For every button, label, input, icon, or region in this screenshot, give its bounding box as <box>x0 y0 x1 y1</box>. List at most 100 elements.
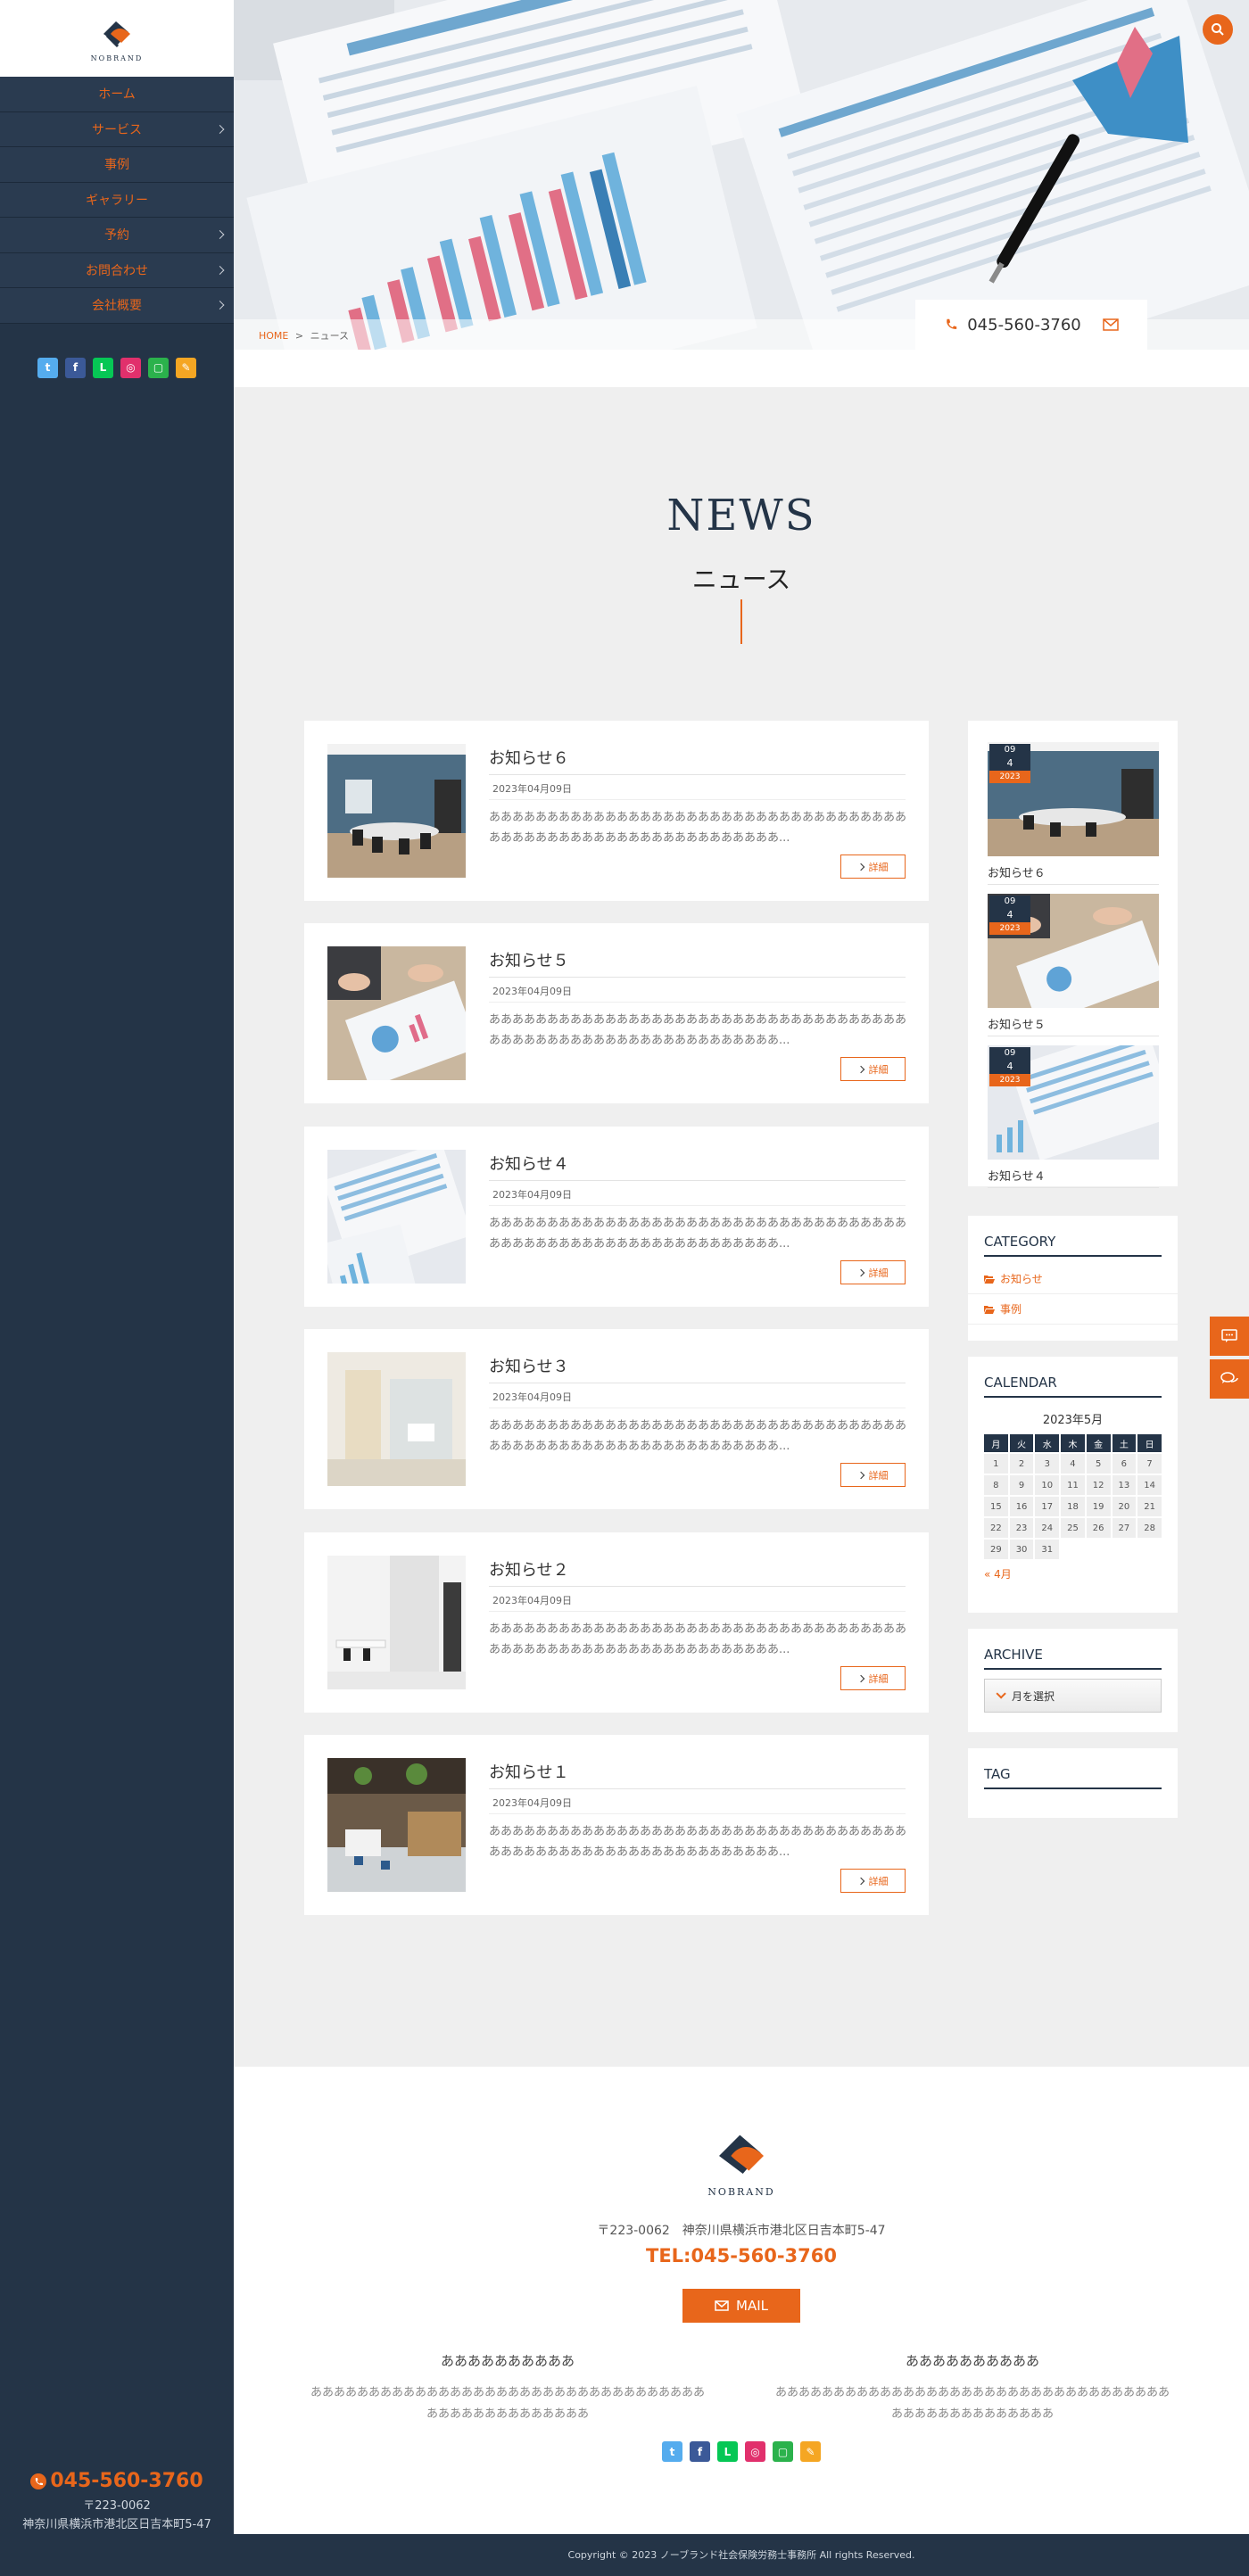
post-thumbnail[interactable] <box>327 946 466 1080</box>
divider <box>489 1813 906 1814</box>
feedly-icon[interactable]: ▢ <box>773 2441 793 2462</box>
divider <box>489 977 906 978</box>
calendar-day: 20 <box>1112 1497 1137 1516</box>
calendar-day: 5 <box>1086 1454 1111 1474</box>
calendar-day: 8 <box>984 1475 1008 1495</box>
read-more-button[interactable]: 詳細 <box>840 855 906 879</box>
post-title[interactable]: お知らせ４ <box>489 1152 569 1175</box>
divider-strip <box>234 350 1249 387</box>
calendar-prev-link[interactable]: « 4月 <box>968 1561 1178 1587</box>
post-excerpt: ああああああああああああああああああああああああああああああああああああああああ… <box>489 1013 907 1047</box>
post-date-badge: 09 4 2023 <box>989 896 1030 937</box>
nav-item-contact[interactable]: お問合わせ <box>0 252 234 288</box>
nav-item-label: 会社概要 <box>92 299 142 314</box>
chevron-right-icon <box>215 124 225 134</box>
post-title[interactable]: お知らせ３ <box>489 1354 569 1377</box>
read-more-label: 詳細 <box>868 1267 889 1279</box>
read-more-button[interactable]: 詳細 <box>840 1463 906 1487</box>
chat-float-button[interactable] <box>1210 1317 1249 1356</box>
footer-mail-button[interactable]: MAIL <box>682 2289 800 2323</box>
line-icon[interactable]: L <box>717 2441 738 2462</box>
category-link[interactable]: お知らせ <box>968 1264 1178 1294</box>
sidebar-address: 神奈川県横浜市港北区日吉本町5-47 <box>22 2518 211 2532</box>
chevron-down-icon <box>996 1688 1006 1699</box>
facebook-icon[interactable]: f <box>690 2441 710 2462</box>
divider <box>489 1205 906 1206</box>
message-icon <box>1221 1329 1237 1342</box>
note-icon[interactable]: ✎ <box>800 2441 821 2462</box>
comments-float-button[interactable] <box>1210 1359 1249 1399</box>
calendar-weekday: 金 <box>1086 1434 1111 1452</box>
note-icon[interactable]: ✎ <box>176 357 196 378</box>
post-thumbnail[interactable] <box>327 1150 466 1284</box>
footer-tel[interactable]: TEL:045-560-3760 <box>234 2245 1249 2266</box>
read-more-button[interactable]: 詳細 <box>840 1869 906 1893</box>
calendar-table: 月火水木金土日 1 2 3 4 5 6 7 8 9 10 11 12 13 14 15 16 17 18 19 20 2… <box>982 1432 1163 1561</box>
recent-post[interactable]: 09 4 2023 お知らせ５ <box>988 894 1159 1036</box>
chevron-right-icon <box>856 1674 864 1682</box>
footer-logo-text: NOBRAND <box>707 2186 775 2198</box>
header-contact-box: 045-560-3760 <box>915 300 1147 350</box>
post-card[interactable]: お知らせ１ 2023年04月09日 ああああああああああああああああああああああ… <box>304 1735 929 1915</box>
nav-item-label: 事例 <box>104 158 129 173</box>
post-title[interactable]: お知らせ６ <box>489 746 569 769</box>
post-title[interactable]: お知らせ５ <box>489 948 569 971</box>
chevron-right-icon <box>215 230 225 240</box>
calendar-day: 26 <box>1086 1518 1111 1538</box>
recent-post-thumbnail[interactable]: 09 4 2023 <box>988 742 1159 856</box>
post-title[interactable]: お知らせ１ <box>489 1760 569 1783</box>
search-button[interactable] <box>1203 14 1233 45</box>
site-logo[interactable]: NOBRAND <box>0 0 234 77</box>
post-card[interactable]: お知らせ４ 2023年04月09日 ああああああああああああああああああああああ… <box>304 1127 929 1307</box>
twitter-icon[interactable]: t <box>37 357 58 378</box>
instagram-icon[interactable]: ◎ <box>120 357 141 378</box>
breadcrumb-current: ニュース <box>310 330 350 342</box>
recent-post[interactable]: 09 4 2023 お知らせ４ <box>988 1045 1159 1188</box>
calendar-day: 2 <box>1009 1454 1034 1474</box>
calendar-day: 1 <box>984 1454 1008 1474</box>
instagram-icon[interactable]: ◎ <box>745 2441 765 2462</box>
sidebar-phone[interactable]: 045-560-3760 <box>0 2470 234 2492</box>
chevron-right-icon <box>215 301 225 310</box>
post-card[interactable]: お知らせ２ 2023年04月09日 ああああああああああああああああああああああ… <box>304 1532 929 1713</box>
post-card[interactable]: お知らせ６ 2023年04月09日 ああああああああああああああああああああああ… <box>304 721 929 901</box>
facebook-icon[interactable]: f <box>65 357 86 378</box>
recent-post-thumbnail[interactable]: 09 4 2023 <box>988 894 1159 1008</box>
recent-post-thumbnail[interactable]: 09 4 2023 <box>988 1045 1159 1160</box>
read-more-button[interactable]: 詳細 <box>840 1260 906 1284</box>
line-icon[interactable]: L <box>93 357 113 378</box>
twitter-icon[interactable]: t <box>662 2441 682 2462</box>
mail-icon[interactable] <box>1103 318 1119 331</box>
category-link[interactable]: 事例 <box>968 1294 1178 1325</box>
post-title[interactable]: お知らせ２ <box>489 1557 569 1581</box>
nav-item-home[interactable]: ホーム <box>0 77 234 112</box>
open-office-photo <box>327 1758 466 1892</box>
post-thumbnail[interactable] <box>327 744 466 878</box>
recent-post-title[interactable]: お知らせ５ <box>988 1008 1159 1036</box>
post-date: 2023年04月09日 <box>492 783 572 795</box>
nav-item-reservation[interactable]: 予約 <box>0 218 234 253</box>
header-phone[interactable]: 045-560-3760 <box>967 316 1081 334</box>
archive-select[interactable]: 月を選択 <box>984 1679 1162 1713</box>
read-more-button[interactable]: 詳細 <box>840 1057 906 1081</box>
nav-item-service[interactable]: サービス <box>0 111 234 147</box>
nav-item-gallery[interactable]: ギャラリー <box>0 182 234 218</box>
post-card[interactable]: お知らせ３ 2023年04月09日 ああああああああああああああああああああああ… <box>304 1329 929 1509</box>
recent-posts-widget: 09 4 2023 お知らせ６ 09 4 2023 お知らせ５ 09 4 2023 お知らせ… <box>968 721 1178 1188</box>
feedly-icon[interactable]: ▢ <box>148 357 169 378</box>
recent-post-title[interactable]: お知らせ４ <box>988 1160 1159 1188</box>
nav-item-company[interactable]: 会社概要 <box>0 288 234 324</box>
post-thumbnail[interactable] <box>327 1352 466 1486</box>
post-card[interactable]: お知らせ５ 2023年04月09日 ああああああああああああああああああああああ… <box>304 923 929 1103</box>
breadcrumb-home[interactable]: HOME <box>259 330 288 342</box>
post-date: 2023年04月09日 <box>492 1189 572 1201</box>
recent-post-title[interactable]: お知らせ６ <box>988 856 1159 885</box>
page-title-en: NEWS <box>666 491 816 541</box>
post-thumbnail[interactable] <box>327 1556 466 1689</box>
recent-post[interactable]: 09 4 2023 お知らせ６ <box>988 742 1159 885</box>
footer-logo[interactable]: NOBRAND <box>697 2129 786 2198</box>
read-more-button[interactable]: 詳細 <box>840 1666 906 1690</box>
nav-item-cases[interactable]: 事例 <box>0 147 234 183</box>
post-thumbnail[interactable] <box>327 1758 466 1892</box>
calendar-day: 15 <box>984 1497 1008 1516</box>
